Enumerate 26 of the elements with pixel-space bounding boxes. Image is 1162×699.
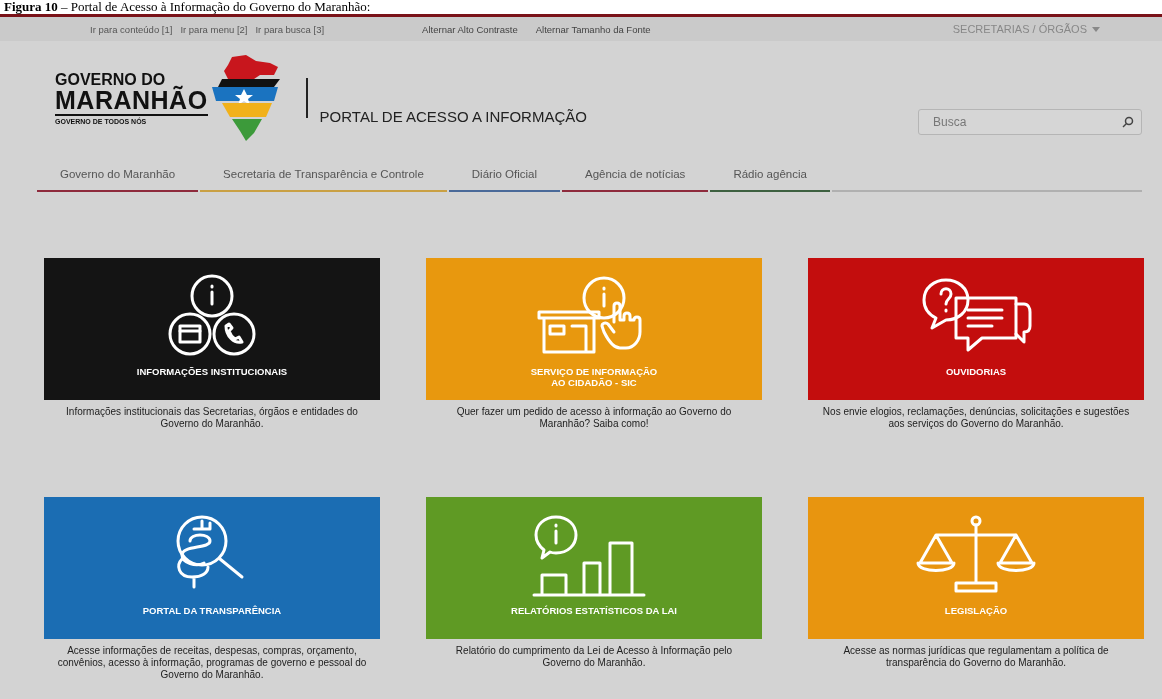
figure-caption: Figura 10 – Portal de Acesso à Informação do Governo do Maranhão: [0, 0, 1162, 14]
search-field[interactable]: Busca [918, 109, 1142, 135]
skip-link[interactable]: Ir para busca [3] [255, 23, 325, 35]
nav-link[interactable]: Diário Oficial [448, 158, 560, 192]
portal-title: PORTAL DE ACESSO A INFORMAÇÃO [319, 107, 587, 125]
caret-icon [1092, 26, 1100, 32]
nav-link[interactable]: Rádio agência [710, 158, 830, 192]
category-tile[interactable]: OUVIDORIAS [808, 258, 1144, 400]
category-tile[interactable]: PORTAL DA TRANSPARÊNCIA [44, 497, 380, 639]
card-description: Acesse as normas jurídicas que regulamentam a política de transparência do Governo do Maranhão. [842, 645, 1110, 669]
card-description: Quer fazer um pedido de acesso à informação ao Governo do Maranhão? Saiba como! [455, 406, 733, 430]
search-icon [1122, 116, 1134, 128]
card-description: Informações institucionais das Secretarias, órgãos e entidades do Governo do Maranhão. [65, 406, 359, 430]
accessibility-link[interactable]: Alternar Alto Contraste [422, 23, 518, 35]
skip-link[interactable]: Ir para menu [2] [180, 23, 248, 35]
category-tile[interactable]: RELATÓRIOS ESTATÍSTICOS DA LAI [426, 497, 762, 639]
category-tile[interactable]: INFORMAÇÕES INSTITUCIONAIS [44, 258, 380, 400]
skip-link[interactable]: Ir para conteúdo [1] [90, 23, 173, 35]
card-description: Acesse informações de receitas, despesas, compras, orçamento, convênios, acesso à informação, programas de governo e pessoal do Governo do Maranhão. [57, 645, 367, 681]
card-description: Nos envie elogios, reclamações, denúncias, solicitações e sugestões aos serviços do Governo do Maranhão. [821, 406, 1131, 430]
nav-link[interactable]: Secretaria de Transparência e Controle [200, 158, 447, 192]
accessibility-link[interactable]: Alternar Tamanho da Fonte [535, 23, 651, 35]
nav-link[interactable]: Governo do Maranhão [37, 158, 199, 192]
nav-link[interactable]: Agência de notícias [562, 158, 709, 192]
card-description: Relatório do cumprimento da Lei de Acesso à Informação pelo Governo do Maranhão. [454, 645, 734, 669]
logo-text: GOVERNO DO [55, 71, 166, 88]
